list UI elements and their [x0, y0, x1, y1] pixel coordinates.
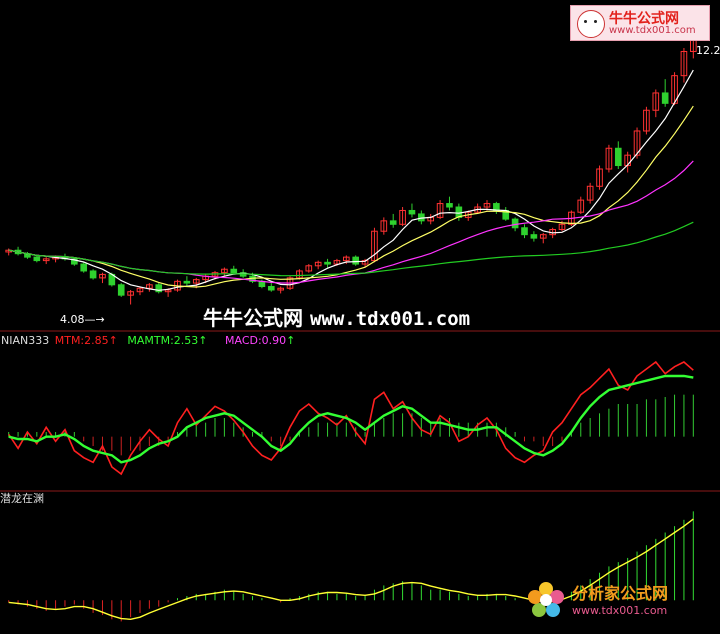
moving-average-line [8, 69, 694, 291]
candle-body [521, 227, 528, 236]
candle-body [511, 218, 519, 229]
candle-body [33, 256, 41, 262]
mtm-label: MTM:2.85 [54, 334, 109, 347]
moving-average-line [8, 160, 694, 284]
indicator-title: NIAN333 [1, 334, 50, 347]
candle-body [530, 234, 538, 239]
macd-label: MACD:0.90 [225, 334, 287, 347]
watermark-text: 牛牛公式网 www.tdx001.com [203, 306, 471, 330]
indicator-header: NIAN333 MTM:2.85↑ MAMTM:2.53↑ MACD:0.90↑ [1, 334, 296, 347]
mtm-indicator-panel [8, 360, 694, 476]
candle-body [352, 256, 360, 265]
mamtm-label: MAMTM:2.53 [127, 334, 199, 347]
candle-body [408, 209, 416, 215]
candle-body [324, 261, 331, 265]
candle-body [614, 147, 622, 167]
candle-body [80, 263, 88, 272]
high-price-label: 12.2 [696, 44, 720, 57]
price-panel [5, 23, 697, 305]
candle-body [267, 286, 275, 291]
candle-body [661, 92, 669, 104]
logo-bottom: 分析家公式网 www.tdx001.com [522, 578, 720, 634]
candle-body [230, 268, 238, 274]
panel-dividers [0, 330, 720, 492]
candle-body [446, 203, 453, 208]
logo-top: 牛牛公式网 www.tdx001.com [570, 5, 710, 41]
flower-logo-icon [528, 582, 564, 617]
candle-body [89, 270, 97, 279]
candle-body [389, 220, 397, 225]
indicator-2-title: 潜龙在渊 [0, 492, 44, 505]
candle-body [183, 280, 191, 284]
cow-logo-icon [577, 10, 605, 38]
candle-body [117, 284, 125, 296]
moving-average-line [8, 221, 694, 277]
low-price-label: 4.08—→ [60, 313, 105, 326]
